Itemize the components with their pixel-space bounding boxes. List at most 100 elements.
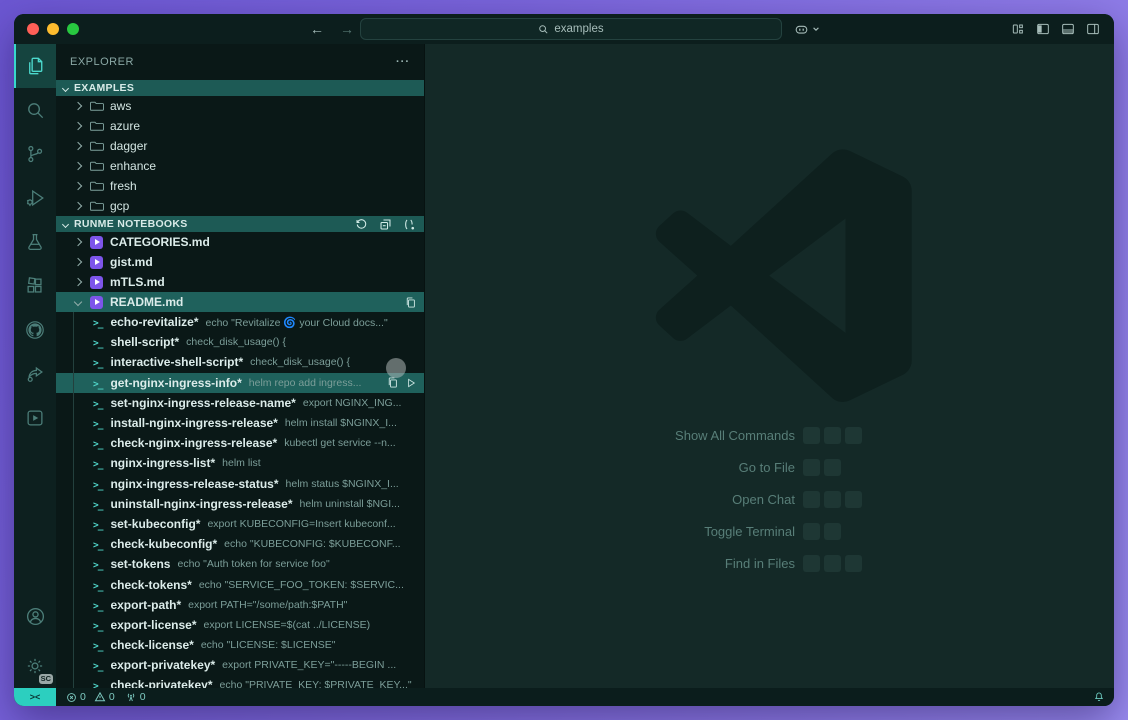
notebook-cell-row[interactable]: set-kubeconfig* export KUBECONFIG=Insert… <box>56 514 424 534</box>
notebook-cell-row[interactable]: set-nginx-ingress-release-name* export N… <box>56 393 424 413</box>
ports-status[interactable]: 0 <box>125 691 146 703</box>
folder-row[interactable]: azure <box>56 116 424 136</box>
folder-row[interactable]: enhance <box>56 156 424 176</box>
activity-item-github[interactable] <box>14 308 56 352</box>
copy-icon[interactable] <box>404 296 417 309</box>
activity-item-settings[interactable]: SC <box>14 644 56 688</box>
toggle-secondary-sidebar-button[interactable] <box>1085 21 1101 37</box>
notebook-cell-row[interactable]: get-nginx-ingress-info* helm repo add in… <box>56 373 424 393</box>
command-center-search[interactable]: examples <box>360 18 782 40</box>
section-header-examples[interactable]: EXAMPLES <box>56 80 424 96</box>
terminal-icon <box>93 537 102 551</box>
notebook-row-readme[interactable]: README.md <box>56 292 424 312</box>
remote-indicator[interactable] <box>14 688 56 706</box>
problems-status[interactable]: 0 0 <box>66 691 115 703</box>
close-window-button[interactable] <box>27 23 39 35</box>
customize-layout-button[interactable] <box>1010 21 1026 37</box>
folder-icon <box>90 140 104 152</box>
activity-item-testing[interactable] <box>14 220 56 264</box>
shortcut-label: Show All Commands <box>455 428 795 443</box>
shortcut-label: Go to File <box>455 460 795 475</box>
forward-button[interactable]: → <box>340 21 354 37</box>
activity-item-explorer[interactable] <box>14 44 56 88</box>
notebook-cell-row[interactable]: uninstall-nginx-ingress-release* helm un… <box>56 494 424 514</box>
notebook-cell-row[interactable]: export-path* export PATH="/some/path:$PA… <box>56 595 424 615</box>
braces-dot-icon[interactable] <box>403 218 416 231</box>
cell-name: echo-revitalize* <box>110 315 198 329</box>
collapse-all-icon[interactable] <box>379 218 392 231</box>
cell-name: nginx-ingress-list* <box>110 456 215 470</box>
keycap <box>824 459 841 476</box>
run-cell-icon[interactable] <box>405 377 417 389</box>
notebook-row[interactable]: mTLS.md <box>56 272 424 292</box>
notebook-row[interactable]: CATEGORIES.md <box>56 232 424 252</box>
notebook-cell-row[interactable]: set-tokens echo "Auth token for service … <box>56 554 424 574</box>
keycap <box>845 491 862 508</box>
terminal-icon <box>93 557 102 571</box>
folder-row[interactable]: gcp <box>56 196 424 216</box>
status-bar: 0 0 0 <box>14 688 1114 706</box>
notebook-cell-row[interactable]: install-nginx-ingress-release* helm inst… <box>56 413 424 433</box>
notebook-cell-row[interactable]: echo-revitalize* echo "Revitalize 🌀 your… <box>56 312 424 332</box>
terminal-icon <box>93 376 102 390</box>
shortcut-row: Go to File <box>455 451 955 483</box>
refresh-icon[interactable] <box>355 218 368 231</box>
readme-cell-list: echo-revitalize* echo "Revitalize 🌀 your… <box>56 312 424 688</box>
run-and-debug-icon <box>24 187 46 209</box>
section-header-runme-notebooks[interactable]: RUNME NOTEBOOKS <box>56 216 424 232</box>
shortcut-row: Toggle Terminal <box>455 515 955 547</box>
copy-icon[interactable] <box>386 376 399 389</box>
runme-notebook-list: CATEGORIES.md gist.md mTLS.md <box>56 232 424 292</box>
toggle-primary-sidebar-button[interactable] <box>1035 21 1051 37</box>
cell-command-preview: kubectl get service --n... <box>284 437 395 449</box>
more-actions-icon[interactable] <box>396 56 410 68</box>
activity-item-runme[interactable] <box>14 396 56 440</box>
notebook-cell-row[interactable]: check-privatekey* echo "PRIVATE_KEY: $PR… <box>56 675 424 688</box>
copilot-menu[interactable] <box>793 19 820 39</box>
notebook-cell-row[interactable]: interactive-shell-script* check_disk_usa… <box>56 352 424 372</box>
chevron-right-icon <box>74 162 82 170</box>
notebook-cell-row[interactable]: check-license* echo "LICENSE: $LICENSE" <box>56 635 424 655</box>
activity-item-extensions[interactable] <box>14 264 56 308</box>
activity-item-source-control[interactable] <box>14 132 56 176</box>
notebook-cell-row[interactable]: nginx-ingress-release-status* helm statu… <box>56 474 424 494</box>
section-label: RUNME NOTEBOOKS <box>74 218 188 230</box>
minimize-window-button[interactable] <box>47 23 59 35</box>
zoom-window-button[interactable] <box>67 23 79 35</box>
shortcut-keys <box>803 491 955 508</box>
notebook-cell-row[interactable]: shell-script* check_disk_usage() { <box>56 332 424 352</box>
notebook-cell-row[interactable]: check-nginx-ingress-release* kubectl get… <box>56 433 424 453</box>
chevron-right-icon <box>74 258 82 266</box>
activity-item-run-debug[interactable] <box>14 176 56 220</box>
terminal-icon <box>93 638 102 652</box>
editor-area: Show All Commands Go to File Open Chat T… <box>424 44 1114 688</box>
terminal-icon <box>93 456 102 470</box>
activity-item-share[interactable] <box>14 352 56 396</box>
runme-icon <box>24 407 46 429</box>
notebook-row[interactable]: gist.md <box>56 252 424 272</box>
folder-row[interactable]: fresh <box>56 176 424 196</box>
terminal-icon <box>93 436 102 450</box>
notebook-cell-row[interactable]: check-kubeconfig* echo "KUBECONFIG: $KUB… <box>56 534 424 554</box>
notebook-name: README.md <box>110 295 183 309</box>
cell-name: export-path* <box>110 598 181 612</box>
back-button[interactable]: ← <box>310 21 324 37</box>
error-icon <box>66 692 77 703</box>
shortcut-label: Find in Files <box>455 556 795 571</box>
activity-item-accounts[interactable] <box>14 594 56 644</box>
toggle-panel-button[interactable] <box>1060 21 1076 37</box>
sidebar-right-icon <box>1085 21 1101 37</box>
activity-item-search[interactable] <box>14 88 56 132</box>
keycap <box>824 491 841 508</box>
notebook-cell-row[interactable]: export-privatekey* export PRIVATE_KEY="-… <box>56 655 424 675</box>
notifications[interactable] <box>1093 691 1105 703</box>
error-count: 0 <box>80 691 86 703</box>
folder-row[interactable]: aws <box>56 96 424 116</box>
notebook-cell-row[interactable]: nginx-ingress-list* helm list <box>56 453 424 473</box>
notebook-cell-row[interactable]: check-tokens* echo "SERVICE_FOO_TOKEN: $… <box>56 574 424 594</box>
shortcut-keys <box>803 427 955 444</box>
cell-name: uninstall-nginx-ingress-release* <box>110 497 292 511</box>
folder-row[interactable]: dagger <box>56 136 424 156</box>
cell-command-preview: export PATH="/some/path:$PATH" <box>188 599 347 611</box>
notebook-cell-row[interactable]: export-license* export LICENSE=$(cat ../… <box>56 615 424 635</box>
